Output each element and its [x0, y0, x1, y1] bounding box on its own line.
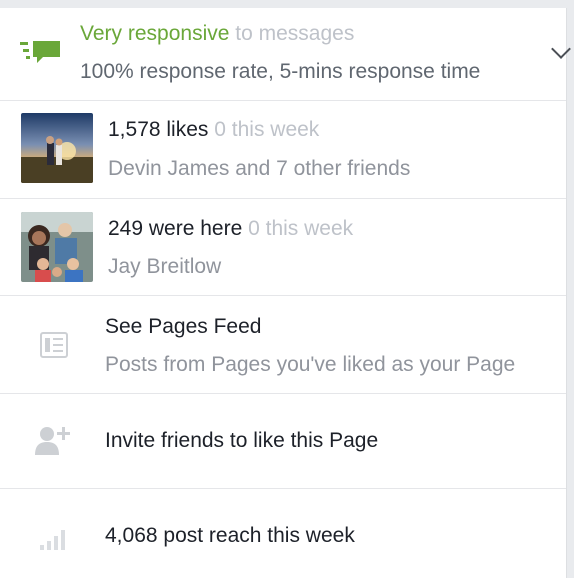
responsiveness-row[interactable]: Very responsive to messages 100% respons…: [0, 8, 571, 101]
chevron-down-icon[interactable]: [551, 39, 571, 59]
checkins-photo: [21, 212, 93, 282]
responsiveness-headline: Very responsive to messages: [80, 22, 354, 46]
checkins-row[interactable]: 249 were here 0 this week Jay Breitlow: [0, 198, 566, 296]
responsiveness-detail: 100% response rate, 5-mins response time: [80, 60, 481, 83]
pages-feed-row[interactable]: See Pages Feed Posts from Pages you've l…: [0, 295, 566, 394]
bar-chart-icon: [40, 528, 68, 555]
pages-feed-subtitle: Posts from Pages you've liked as your Pa…: [105, 353, 516, 376]
likes-count: 1,578 likes: [108, 118, 209, 141]
checkins-count: 249 were here: [108, 217, 243, 240]
invite-friends-row[interactable]: Invite friends to like this Page: [0, 393, 566, 489]
checkins-friend[interactable]: Jay Breitlow: [108, 255, 221, 279]
page-insights-panel: Very responsive to messages 100% respons…: [0, 8, 571, 578]
checkins-week: 0 this week: [248, 217, 354, 240]
likes-week: 0 this week: [214, 118, 320, 141]
post-reach-text: 4,068 post reach this week: [105, 524, 355, 547]
responsiveness-highlight: Very responsive: [80, 22, 230, 45]
pages-feed-title: See Pages Feed: [105, 315, 262, 338]
likes-row[interactable]: 1,578 likes 0 this week Devin James and …: [0, 100, 566, 199]
message-bubble-icon: [20, 40, 62, 71]
checkins-count-line: 249 were here 0 this week: [108, 217, 353, 241]
feed-icon: [40, 332, 68, 363]
invite-friends-link[interactable]: Invite friends to like this Page: [105, 429, 378, 453]
responsiveness-headline-rest: to messages: [235, 22, 355, 45]
add-friend-icon: [34, 425, 72, 460]
likes-photo: [21, 113, 93, 183]
likes-count-line: 1,578 likes 0 this week: [108, 118, 319, 142]
post-reach-row[interactable]: 4,068 post reach this week: [0, 488, 566, 578]
likes-friends[interactable]: Devin James and 7 other friends: [108, 157, 410, 181]
